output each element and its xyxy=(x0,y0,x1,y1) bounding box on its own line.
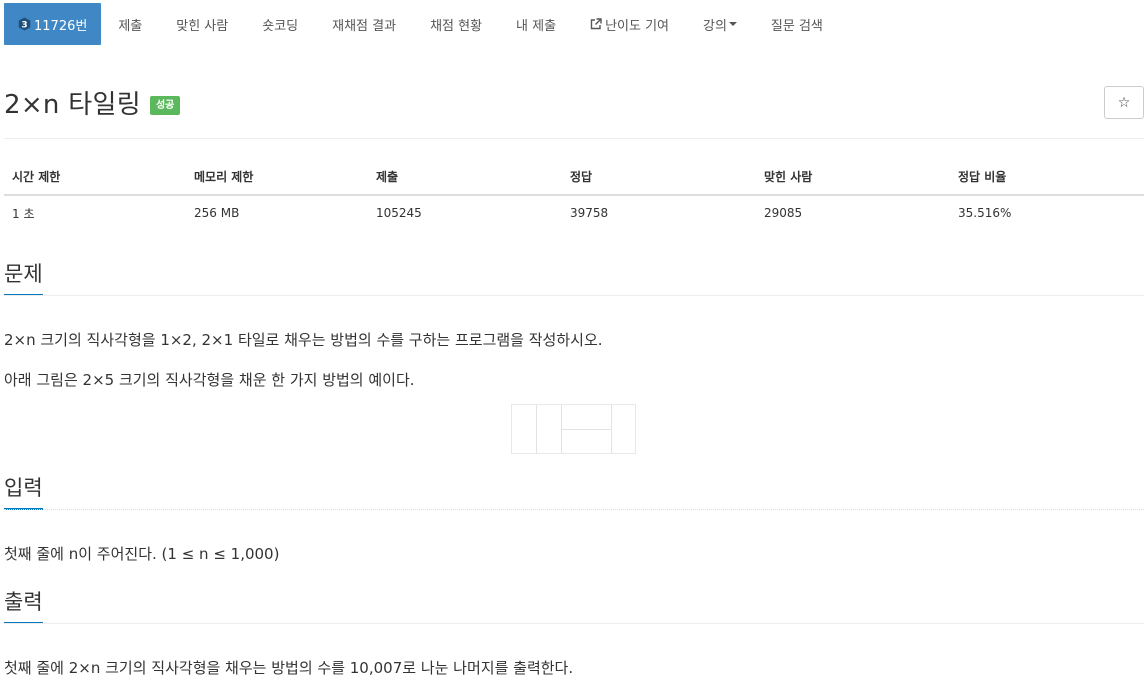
description-section-header: 문제 xyxy=(4,262,1144,297)
memory-limit-value: 256 MB xyxy=(194,206,240,220)
output-heading: 출력 xyxy=(4,590,43,625)
accepted-value: 39758 xyxy=(570,206,609,220)
tab-lectures-label: 강의 xyxy=(703,18,727,34)
tab-lectures-dropdown[interactable]: 강의 xyxy=(686,3,754,45)
title-divider xyxy=(4,138,1144,139)
tab-solved-users[interactable]: 맞힌 사람 xyxy=(159,3,245,45)
page-title: 2×n 타일링 xyxy=(4,90,141,120)
output-description: 첫째 줄에 2×n 크기의 직사각형을 채우는 방법의 수를 10,007로 나… xyxy=(4,659,574,677)
description-heading: 문제 xyxy=(4,262,43,297)
tiling-example-image xyxy=(511,404,636,454)
output-section-header: 출력 xyxy=(4,590,1144,625)
table-row: 1 초 256 MB 105245 39758 29085 35.516% xyxy=(4,195,1144,230)
section-divider xyxy=(4,295,1144,297)
time-limit-value: 1 초 xyxy=(12,206,35,221)
tab-submit-label: 제출 xyxy=(118,18,143,34)
tab-problem-label: 11726번 xyxy=(34,18,88,34)
tab-question-search[interactable]: 질문 검색 xyxy=(754,3,840,45)
star-icon: ☆ xyxy=(1117,94,1131,111)
input-section-header: 입력 xyxy=(4,476,1144,511)
header-submissions: 제출 xyxy=(368,158,562,196)
external-link-icon xyxy=(590,18,602,30)
table-header-row: 시간 제한 메모리 제한 제출 정답 맞힌 사람 정답 비율 xyxy=(4,158,1144,196)
caret-down-icon xyxy=(728,22,737,26)
solved-users-value: 29085 xyxy=(764,206,803,220)
header-time-limit: 시간 제한 xyxy=(4,158,186,196)
tab-rejudge-results-label: 재채점 결과 xyxy=(332,18,397,34)
star-button[interactable]: ☆ xyxy=(1104,86,1144,119)
tab-submit[interactable]: 제출 xyxy=(101,3,159,45)
header-solved-users: 맞힌 사람 xyxy=(756,158,950,196)
tab-difficulty-contribution-label: 난이도 기여 xyxy=(605,18,669,34)
tab-problem[interactable]: 3 11726번 xyxy=(4,3,102,45)
section-divider xyxy=(4,623,1144,625)
input-heading: 입력 xyxy=(4,476,43,511)
description-paragraph-1: 2×n 크기의 직사각형을 1×2, 2×1 타일로 채우는 방법의 수를 구하… xyxy=(4,331,603,349)
tab-short-coding-label: 숏코딩 xyxy=(262,18,299,34)
problem-info-table: 시간 제한 메모리 제한 제출 정답 맞힌 사람 정답 비율 1 초 256 M… xyxy=(4,158,1144,230)
status-badge: 성공 xyxy=(149,96,181,115)
tab-difficulty-contribution[interactable]: 난이도 기여 xyxy=(573,3,686,45)
submissions-value: 105245 xyxy=(376,206,422,220)
input-description: 첫째 줄에 n이 주어진다. (1 ≤ n ≤ 1,000) xyxy=(4,545,280,563)
header-accepted: 정답 xyxy=(562,158,756,196)
tab-my-submissions-label: 내 제출 xyxy=(516,18,557,34)
accept-ratio-value: 35.516% xyxy=(958,206,1012,220)
tab-judge-status-label: 채점 현황 xyxy=(430,18,483,34)
tier-number: 3 xyxy=(21,20,27,30)
description-paragraph-2: 아래 그림은 2×5 크기의 직사각형을 채운 한 가지 방법의 예이다. xyxy=(4,371,415,389)
header-accept-ratio: 정답 비율 xyxy=(950,158,1144,196)
section-divider xyxy=(4,509,1144,511)
tab-rejudge-results[interactable]: 재채점 결과 xyxy=(315,3,413,45)
tab-judge-status[interactable]: 채점 현황 xyxy=(413,3,499,45)
header-memory-limit: 메모리 제한 xyxy=(186,158,368,196)
tab-question-search-label: 질문 검색 xyxy=(770,18,823,34)
tab-my-submissions[interactable]: 내 제출 xyxy=(499,3,573,45)
problem-title-row: 2×n 타일링 성공 xyxy=(4,84,181,121)
tab-solved-users-label: 맞힌 사람 xyxy=(176,18,229,34)
tab-short-coding[interactable]: 숏코딩 xyxy=(245,3,315,45)
tier-badge-icon: 3 xyxy=(18,17,31,31)
problem-nav: 3 11726번 제출 맞힌 사람 숏코딩 재채점 결과 채점 현황 내 제출 … xyxy=(4,3,840,45)
